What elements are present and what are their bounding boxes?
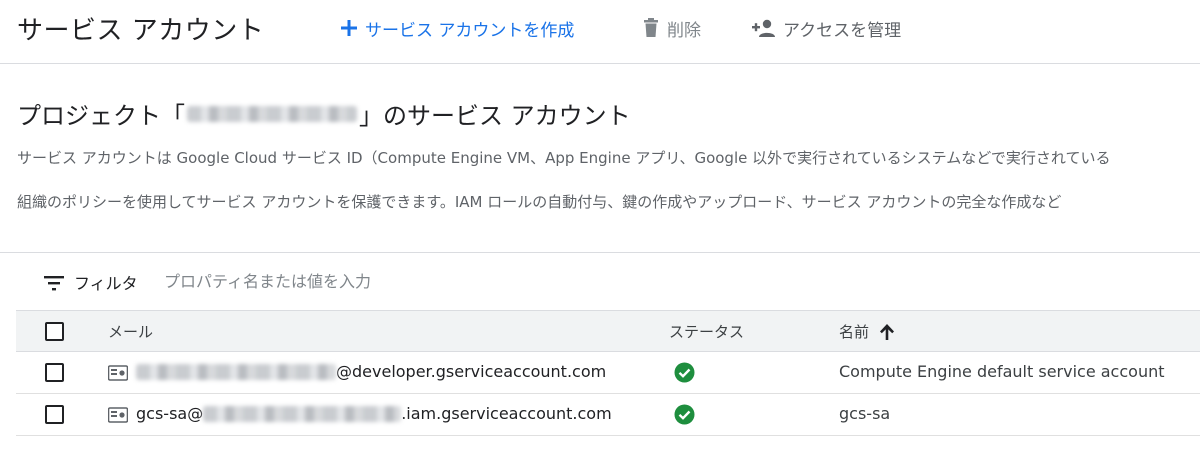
column-header-status[interactable]: ステータス bbox=[669, 321, 744, 342]
page-title: サービス アカウント bbox=[17, 16, 265, 46]
description-text-2: 組織のポリシーを使用してサービス アカウントを保護できます。IAM ロールの自動… bbox=[17, 193, 1062, 211]
column-header-name-label: 名前 bbox=[839, 323, 870, 341]
check-circle-icon bbox=[674, 362, 695, 383]
redacted-project-id bbox=[187, 105, 357, 122]
trash-icon bbox=[644, 18, 658, 37]
section-title-suffix: 」のサービス アカウント bbox=[359, 102, 631, 130]
section-title: プロジェクト「 」のサービス アカウント bbox=[17, 96, 631, 131]
service-account-name: Compute Engine default service account bbox=[839, 362, 1165, 381]
table-header: メール ステータス 名前 bbox=[16, 310, 1200, 352]
row-checkbox[interactable] bbox=[45, 363, 64, 382]
table-row: @developer.gserviceaccount.com Compute E… bbox=[16, 352, 1200, 394]
email-suffix: @developer.gserviceaccount.com bbox=[336, 362, 607, 381]
description-text-1: サービス アカウントは Google Cloud サービス ID（Compute… bbox=[17, 149, 1111, 167]
service-account-email[interactable]: gcs-sa@ .iam.gserviceaccount.com bbox=[136, 404, 612, 423]
redacted-email-part bbox=[136, 363, 336, 380]
service-account-email[interactable]: @developer.gserviceaccount.com bbox=[136, 362, 606, 381]
select-all-checkbox[interactable] bbox=[45, 322, 64, 341]
row-checkbox[interactable] bbox=[45, 405, 64, 424]
create-service-account-label: サービス アカウントを作成 bbox=[365, 20, 575, 41]
section-title-prefix: プロジェクト「 bbox=[17, 102, 185, 130]
top-toolbar: サービス アカウント サービス アカウントを作成 削除 アクセスを管理 bbox=[0, 0, 1200, 64]
create-service-account-button[interactable]: サービス アカウントを作成 bbox=[340, 14, 574, 42]
filter-bar: フィルタ bbox=[0, 252, 1200, 310]
filter-list-icon[interactable] bbox=[44, 275, 64, 291]
plus-icon bbox=[341, 20, 357, 36]
service-account-key-icon bbox=[108, 365, 128, 381]
manage-access-label: アクセスを管理 bbox=[783, 20, 902, 41]
redacted-email-part bbox=[203, 405, 402, 422]
filter-input[interactable] bbox=[164, 267, 764, 295]
person-add-icon bbox=[752, 19, 775, 37]
email-suffix: .iam.gserviceaccount.com bbox=[401, 404, 612, 423]
service-account-key-icon bbox=[108, 407, 128, 423]
column-header-name[interactable]: 名前 bbox=[839, 321, 895, 342]
arrow-up-icon[interactable] bbox=[879, 323, 895, 341]
delete-label: 削除 bbox=[667, 20, 701, 41]
manage-access-button[interactable]: アクセスを管理 bbox=[752, 14, 901, 42]
service-account-name: gcs-sa bbox=[839, 404, 891, 423]
filter-label[interactable]: フィルタ bbox=[74, 270, 138, 294]
check-circle-icon bbox=[674, 404, 695, 425]
column-header-email[interactable]: メール bbox=[108, 321, 153, 342]
table-row: gcs-sa@ .iam.gserviceaccount.com gcs-sa bbox=[16, 394, 1200, 436]
email-prefix: gcs-sa@ bbox=[136, 404, 204, 423]
delete-button[interactable]: 削除 bbox=[642, 14, 701, 42]
